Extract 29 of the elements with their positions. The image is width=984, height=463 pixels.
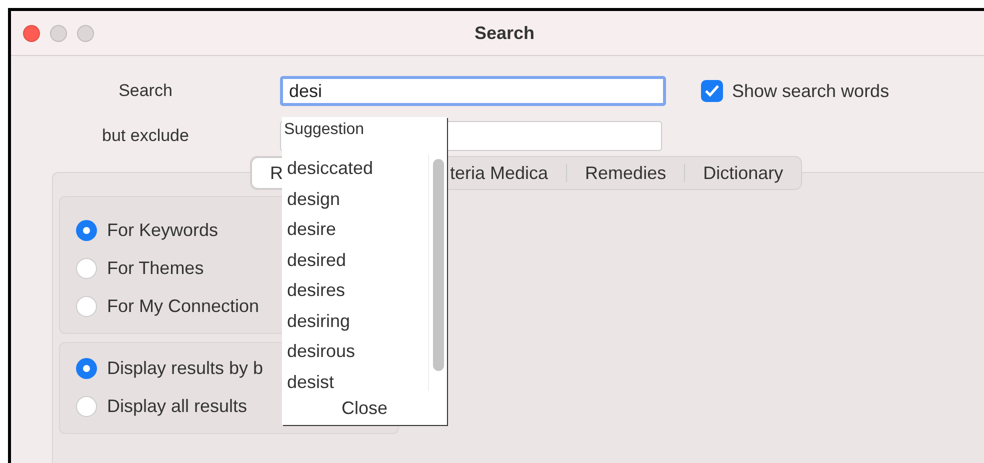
radio-label: For My Connection: [107, 296, 260, 316]
tab[interactable]: Remedies: [567, 157, 684, 189]
search-label: Search: [118, 81, 174, 101]
suggestion-item[interactable]: desiccated: [287, 155, 428, 186]
tab[interactable]: Dictionary: [685, 157, 802, 189]
suggestion-item[interactable]: desirous: [287, 338, 428, 368]
radio-label: For Keywords: [107, 220, 218, 240]
radio-label: Display all results: [107, 396, 248, 416]
close-window-button[interactable]: [23, 24, 40, 42]
radio-label: For Themes: [107, 258, 204, 278]
suggestion-item[interactable]: desist: [287, 368, 428, 391]
checkbox[interactable]: [701, 80, 723, 102]
radio-button[interactable]: [76, 358, 97, 378]
exclude-label: but exclude: [101, 126, 190, 146]
popup-title: Suggestion: [283, 120, 366, 140]
suggestion-item[interactable]: desiring: [287, 308, 428, 338]
suggestion-item[interactable]: desires: [287, 277, 428, 308]
radio-button[interactable]: [76, 296, 97, 316]
suggestion-item[interactable]: desired: [287, 246, 428, 277]
radio-label: Display results by b: [107, 358, 264, 378]
window-title: Search: [474, 22, 535, 42]
radio-button[interactable]: [76, 396, 97, 416]
checkbox-label: Show search words: [732, 80, 890, 102]
checkmark-icon: [704, 84, 720, 98]
search-field[interactable]: desi: [280, 76, 666, 106]
suggestion-item[interactable]: design: [287, 186, 428, 216]
radio-button[interactable]: [76, 220, 97, 240]
radio-button[interactable]: [76, 258, 97, 278]
suggestion-item[interactable]: desire: [287, 216, 428, 246]
